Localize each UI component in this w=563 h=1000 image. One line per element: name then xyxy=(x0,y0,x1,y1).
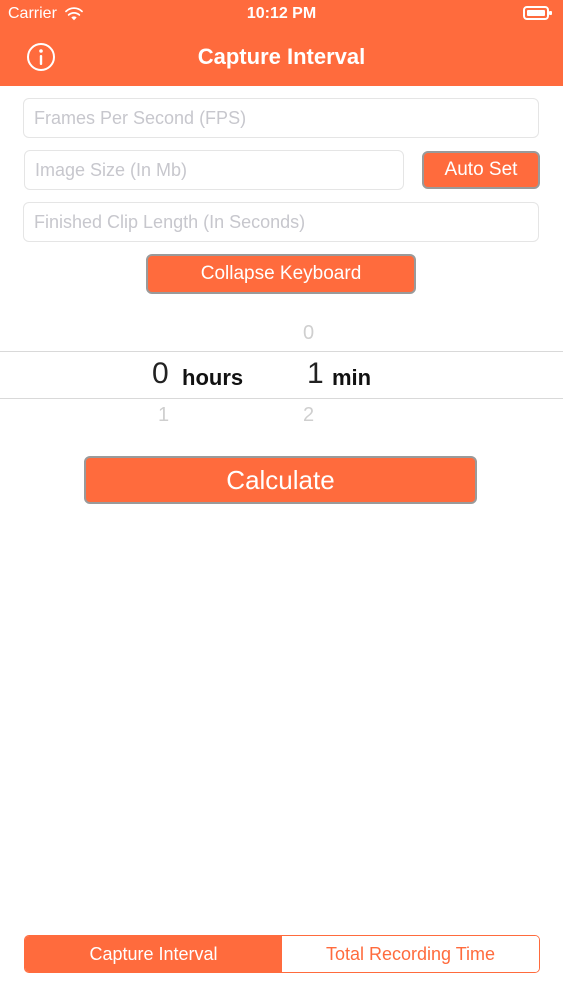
image-size-input[interactable]: Image Size (In Mb) xyxy=(24,150,404,190)
minutes-prev-value[interactable]: 0 xyxy=(303,322,314,345)
clip-length-input[interactable]: Finished Clip Length (In Seconds) xyxy=(23,202,539,242)
auto-set-label: Auto Set xyxy=(444,159,518,180)
collapse-keyboard-button[interactable]: Collapse Keyboard xyxy=(146,254,416,294)
clip-length-placeholder: Finished Clip Length (In Seconds) xyxy=(34,211,306,232)
navigation-bar: Capture Interval xyxy=(0,30,563,86)
picker-top-divider xyxy=(0,351,563,352)
calculate-label: Calculate xyxy=(226,464,335,495)
image-size-placeholder: Image Size (In Mb) xyxy=(35,159,188,180)
minutes-selected-value[interactable]: 1 xyxy=(307,357,324,391)
status-time: 10:12 PM xyxy=(246,5,317,22)
minutes-next-value[interactable]: 2 xyxy=(303,404,314,427)
segment-total-recording-time-label: Total Recording Time xyxy=(325,943,496,964)
mode-segmented-control: Capture Interval Total Recording Time xyxy=(24,935,540,973)
top-bar: Carrier 10:12 PM Capture Interval xyxy=(0,0,563,86)
hours-next-value[interactable]: 1 xyxy=(158,404,169,427)
fps-input[interactable]: Frames Per Second (FPS) xyxy=(23,98,539,138)
hours-selected-value[interactable]: 0 xyxy=(152,357,169,391)
segment-capture-interval-label: Capture Interval xyxy=(89,943,218,964)
auto-set-button[interactable]: Auto Set xyxy=(422,151,540,189)
segment-capture-interval[interactable]: Capture Interval xyxy=(25,936,282,972)
collapse-keyboard-label: Collapse Keyboard xyxy=(200,263,362,284)
calculate-button[interactable]: Calculate xyxy=(84,456,477,504)
picker-bottom-divider xyxy=(0,398,563,399)
fps-placeholder: Frames Per Second (FPS) xyxy=(34,107,247,128)
segment-total-recording-time[interactable]: Total Recording Time xyxy=(282,936,539,972)
hours-unit-label: hours xyxy=(182,365,244,390)
minutes-unit-label: min xyxy=(332,365,372,390)
battery-icon xyxy=(523,6,552,20)
status-bar: Carrier 10:12 PM xyxy=(0,0,563,30)
page-title: Capture Interval xyxy=(197,44,366,69)
